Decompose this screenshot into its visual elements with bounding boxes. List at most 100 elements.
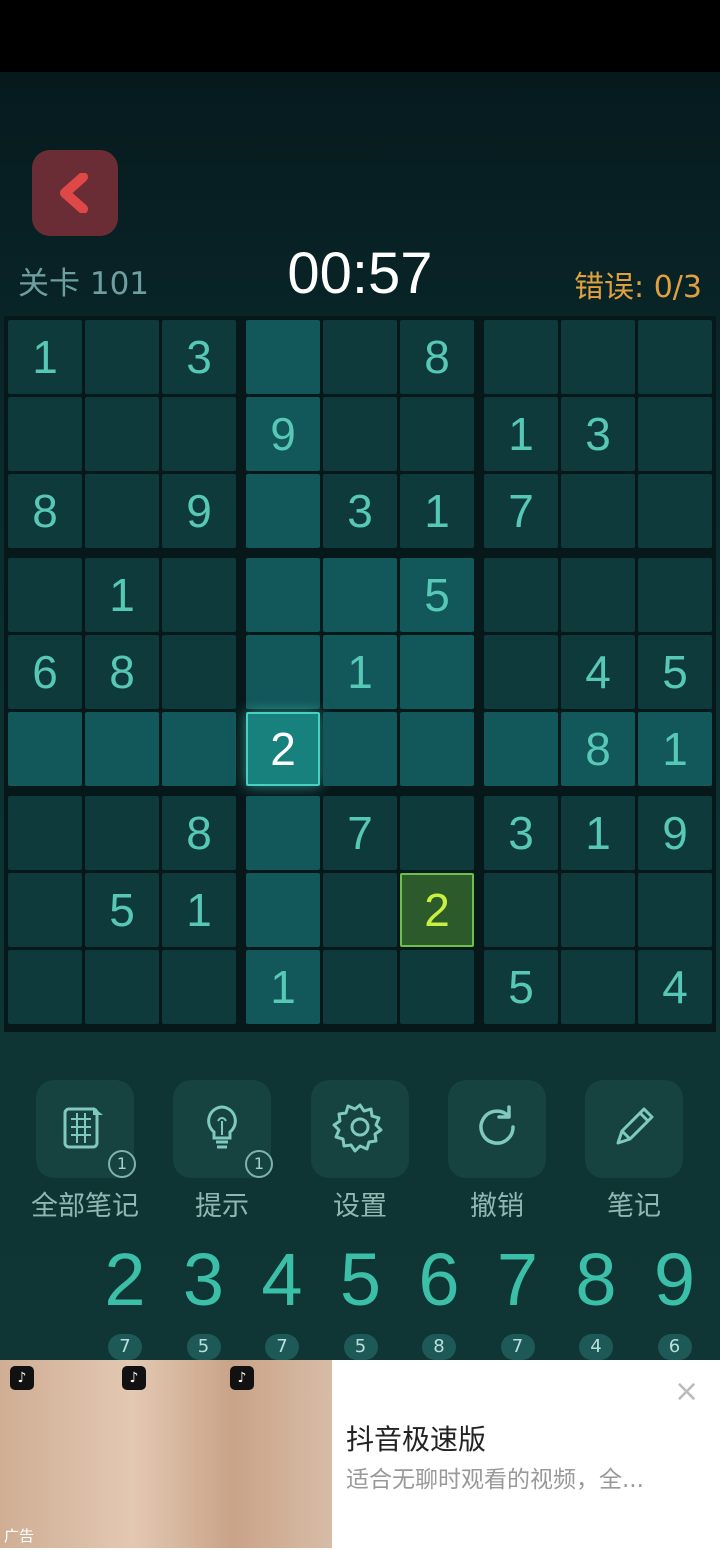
sudoku-cell[interactable]: 1 bbox=[8, 320, 82, 394]
sudoku-cell[interactable]: 4 bbox=[638, 950, 712, 1024]
sudoku-cell[interactable] bbox=[246, 873, 320, 947]
sudoku-cell[interactable] bbox=[162, 950, 236, 1024]
sudoku-cell[interactable] bbox=[400, 397, 474, 471]
sudoku-cell[interactable] bbox=[85, 796, 159, 870]
sudoku-cell[interactable]: 8 bbox=[8, 474, 82, 548]
sudoku-cell[interactable] bbox=[246, 558, 320, 632]
tool-button[interactable] bbox=[585, 1080, 683, 1178]
sudoku-cell[interactable]: 3 bbox=[484, 796, 558, 870]
sudoku-cell[interactable] bbox=[561, 950, 635, 1024]
sudoku-cell[interactable] bbox=[638, 873, 712, 947]
sudoku-cell[interactable]: 1 bbox=[484, 397, 558, 471]
sudoku-cell[interactable]: 3 bbox=[561, 397, 635, 471]
sudoku-cell[interactable]: 4 bbox=[561, 635, 635, 709]
sudoku-cell[interactable] bbox=[246, 474, 320, 548]
sudoku-cell[interactable] bbox=[8, 397, 82, 471]
sudoku-cell[interactable] bbox=[561, 320, 635, 394]
sudoku-cell[interactable] bbox=[8, 558, 82, 632]
number-button[interactable]: 68 bbox=[400, 1240, 478, 1360]
tool-button[interactable] bbox=[311, 1080, 409, 1178]
sudoku-cell[interactable] bbox=[638, 320, 712, 394]
sudoku-cell[interactable]: 7 bbox=[484, 474, 558, 548]
tool-undo[interactable]: 撤销 bbox=[428, 1080, 566, 1223]
tool-button[interactable]: 1 bbox=[36, 1080, 136, 1178]
sudoku-cell[interactable] bbox=[8, 950, 82, 1024]
sudoku-cell[interactable] bbox=[323, 712, 397, 786]
sudoku-cell[interactable]: 1 bbox=[162, 873, 236, 947]
number-button[interactable]: 84 bbox=[557, 1240, 635, 1360]
tool-button[interactable]: 1 bbox=[173, 1080, 273, 1178]
sudoku-cell[interactable]: 2 bbox=[246, 712, 320, 786]
sudoku-cell[interactable] bbox=[323, 558, 397, 632]
sudoku-cell[interactable]: 7 bbox=[323, 796, 397, 870]
number-button[interactable]: 47 bbox=[243, 1240, 321, 1360]
sudoku-cell[interactable] bbox=[246, 796, 320, 870]
sudoku-cell[interactable]: 2 bbox=[400, 873, 474, 947]
sudoku-cell[interactable]: 5 bbox=[484, 950, 558, 1024]
sudoku-cell[interactable] bbox=[484, 873, 558, 947]
sudoku-cell[interactable] bbox=[484, 320, 558, 394]
number-button[interactable]: 96 bbox=[636, 1240, 714, 1360]
sudoku-cell[interactable]: 1 bbox=[323, 635, 397, 709]
tool-pencil[interactable]: 笔记 bbox=[565, 1080, 703, 1223]
sudoku-cell[interactable] bbox=[638, 474, 712, 548]
ad-thumbnail[interactable]: ♪ ♪ ♪ 广告 bbox=[0, 1360, 332, 1548]
sudoku-cell[interactable] bbox=[484, 558, 558, 632]
sudoku-cell[interactable] bbox=[162, 397, 236, 471]
sudoku-cell[interactable] bbox=[85, 397, 159, 471]
sudoku-cell[interactable] bbox=[85, 712, 159, 786]
sudoku-cell[interactable] bbox=[484, 635, 558, 709]
sudoku-cell[interactable]: 8 bbox=[85, 635, 159, 709]
sudoku-cell[interactable]: 6 bbox=[8, 635, 82, 709]
sudoku-cell[interactable]: 1 bbox=[85, 558, 159, 632]
sudoku-cell[interactable] bbox=[162, 635, 236, 709]
sudoku-cell[interactable] bbox=[400, 635, 474, 709]
sudoku-cell[interactable]: 1 bbox=[400, 474, 474, 548]
tool-all-notes[interactable]: 1 全部笔记 bbox=[16, 1080, 154, 1223]
sudoku-cell[interactable] bbox=[85, 320, 159, 394]
sudoku-cell[interactable]: 3 bbox=[162, 320, 236, 394]
sudoku-cell[interactable] bbox=[8, 712, 82, 786]
sudoku-cell[interactable] bbox=[323, 950, 397, 1024]
sudoku-cell[interactable] bbox=[484, 712, 558, 786]
sudoku-cell[interactable] bbox=[638, 397, 712, 471]
number-button[interactable]: 77 bbox=[479, 1240, 557, 1360]
sudoku-cell[interactable]: 5 bbox=[638, 635, 712, 709]
sudoku-cell[interactable] bbox=[400, 712, 474, 786]
sudoku-cell[interactable]: 9 bbox=[638, 796, 712, 870]
sudoku-cell[interactable]: 1 bbox=[246, 950, 320, 1024]
sudoku-cell[interactable] bbox=[162, 558, 236, 632]
sudoku-cell[interactable] bbox=[85, 474, 159, 548]
sudoku-cell[interactable] bbox=[246, 635, 320, 709]
ad-title[interactable]: 抖音极速版 bbox=[346, 1418, 486, 1458]
sudoku-cell[interactable] bbox=[561, 873, 635, 947]
sudoku-cell[interactable]: 8 bbox=[561, 712, 635, 786]
sudoku-cell[interactable] bbox=[400, 950, 474, 1024]
sudoku-cell[interactable] bbox=[8, 796, 82, 870]
sudoku-cell[interactable]: 3 bbox=[323, 474, 397, 548]
tool-button[interactable] bbox=[448, 1080, 546, 1178]
sudoku-cell[interactable]: 5 bbox=[85, 873, 159, 947]
sudoku-cell[interactable] bbox=[323, 873, 397, 947]
sudoku-cell[interactable] bbox=[400, 796, 474, 870]
number-button[interactable]: 27 bbox=[86, 1240, 164, 1360]
sudoku-cell[interactable]: 8 bbox=[162, 796, 236, 870]
sudoku-cell[interactable] bbox=[323, 320, 397, 394]
back-button[interactable] bbox=[32, 150, 118, 236]
sudoku-cell[interactable]: 5 bbox=[400, 558, 474, 632]
number-button[interactable]: 55 bbox=[322, 1240, 400, 1360]
sudoku-cell[interactable] bbox=[638, 558, 712, 632]
sudoku-cell[interactable] bbox=[561, 558, 635, 632]
tool-lightbulb[interactable]: 1 提示 bbox=[153, 1080, 291, 1223]
tool-gear[interactable]: 设置 bbox=[291, 1080, 429, 1223]
sudoku-cell[interactable] bbox=[246, 320, 320, 394]
number-button[interactable]: 35 bbox=[165, 1240, 243, 1360]
sudoku-cell[interactable] bbox=[8, 873, 82, 947]
sudoku-cell[interactable]: 1 bbox=[561, 796, 635, 870]
sudoku-cell[interactable] bbox=[323, 397, 397, 471]
sudoku-cell[interactable] bbox=[561, 474, 635, 548]
close-icon[interactable]: × bbox=[674, 1374, 699, 1409]
sudoku-cell[interactable] bbox=[162, 712, 236, 786]
sudoku-cell[interactable]: 1 bbox=[638, 712, 712, 786]
sudoku-cell[interactable]: 9 bbox=[162, 474, 236, 548]
